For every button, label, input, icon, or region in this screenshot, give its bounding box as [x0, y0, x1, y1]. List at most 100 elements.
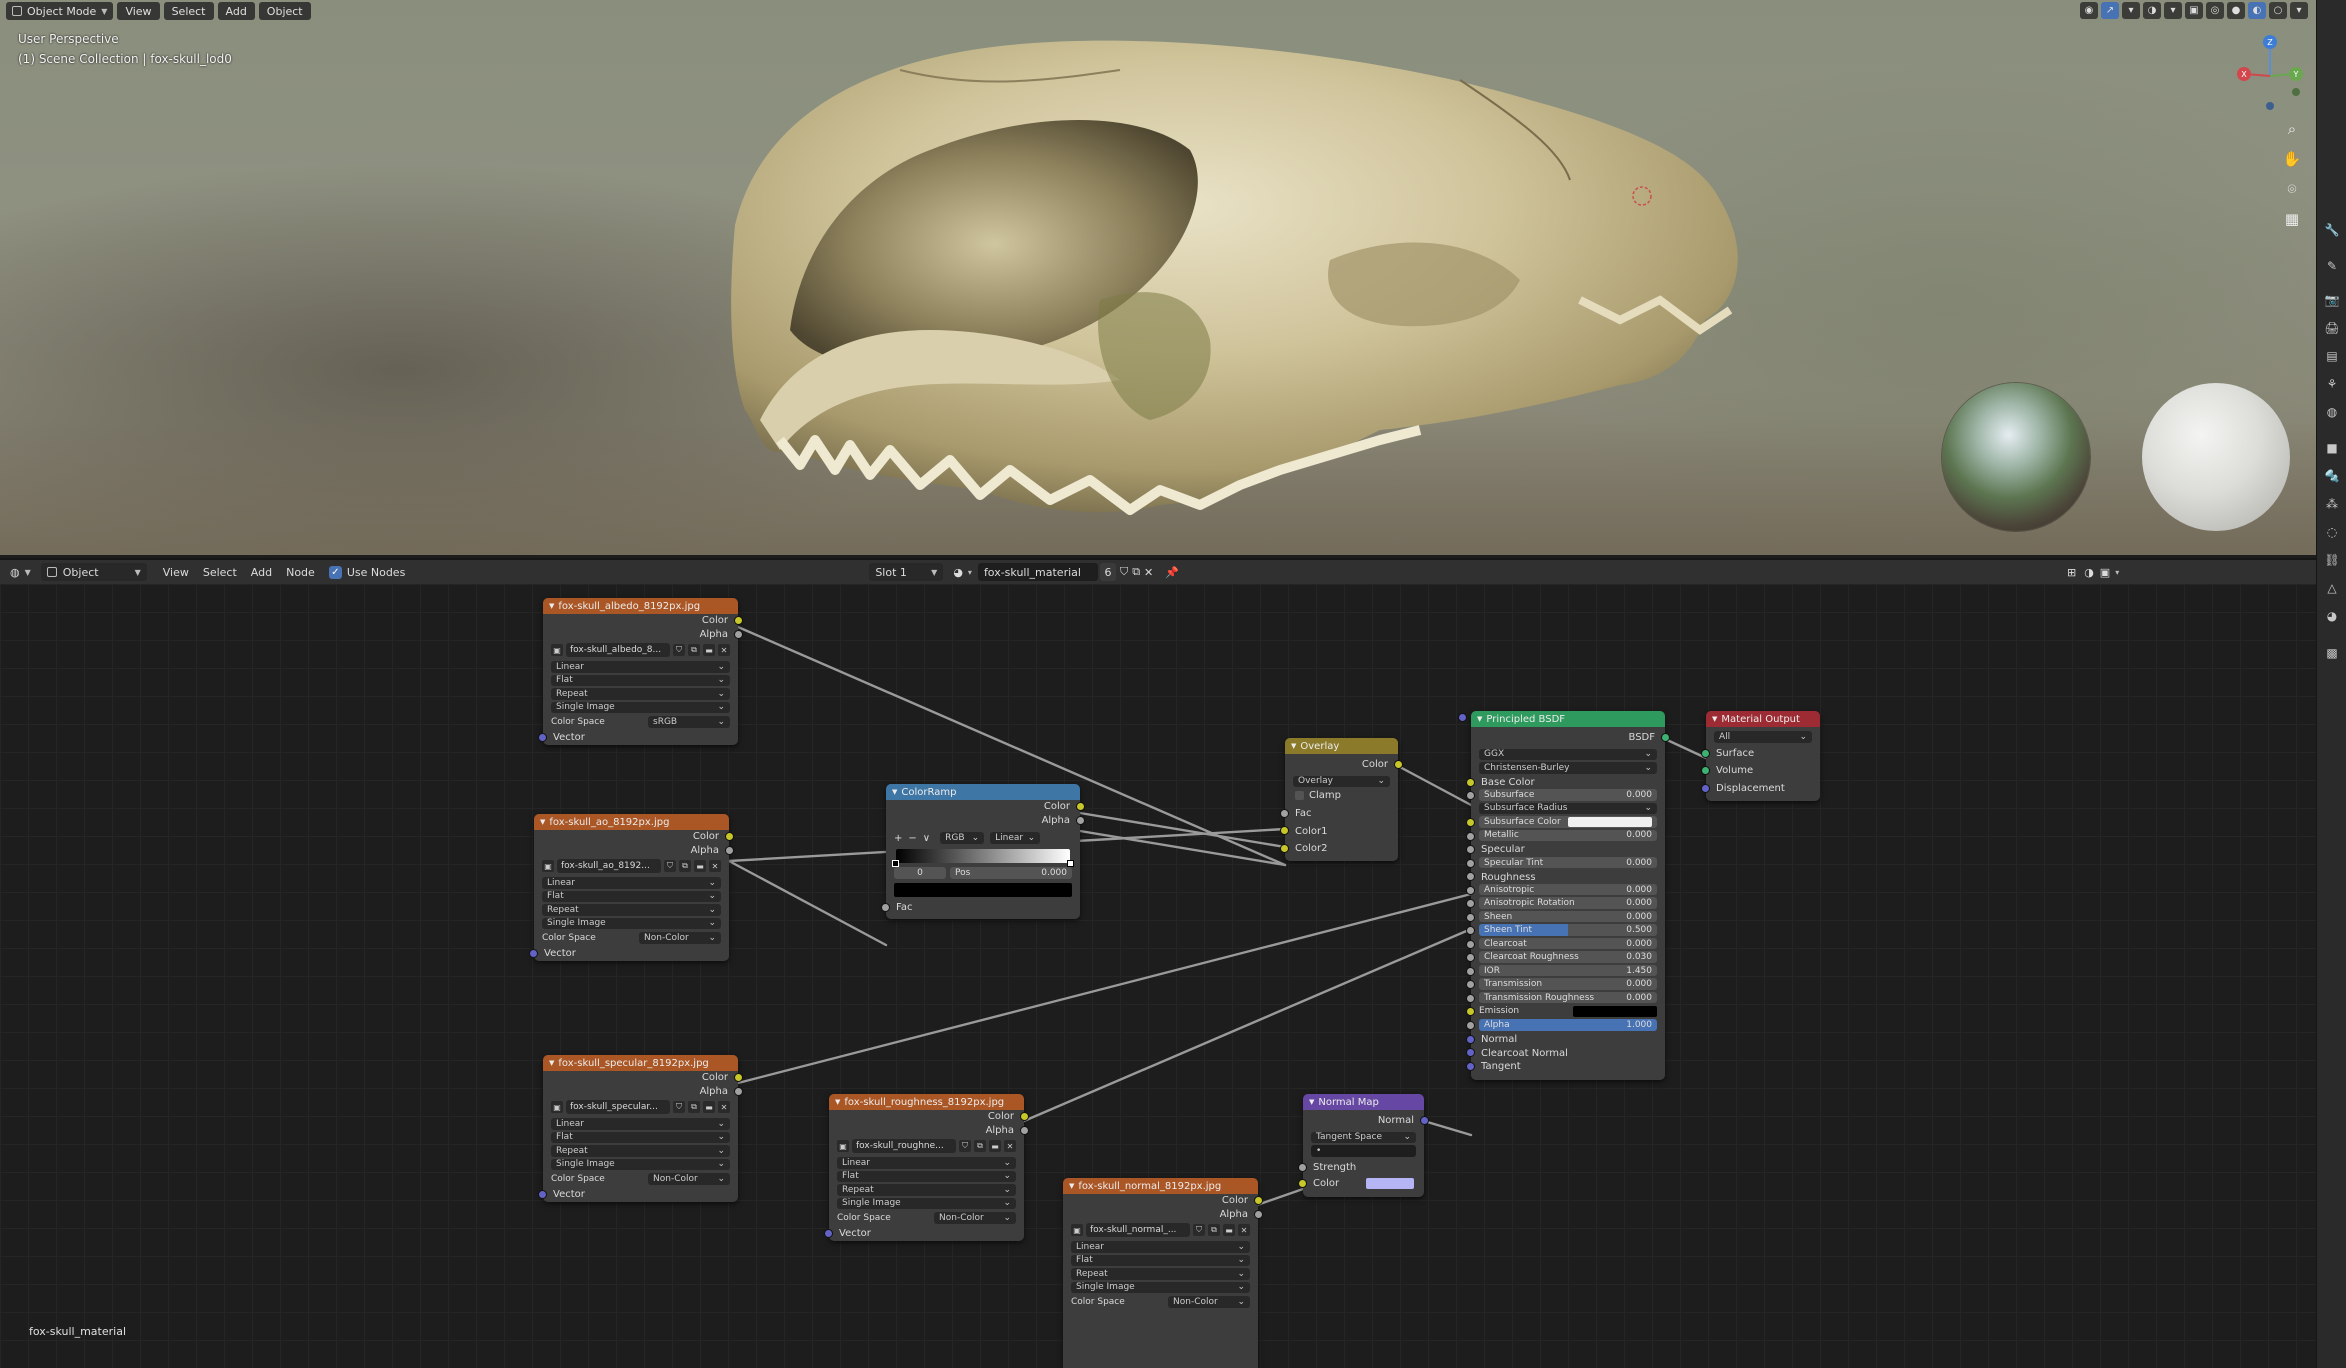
material-browse-icon[interactable]: ◕ ▾ — [953, 566, 972, 579]
image-selector[interactable]: ▣ fox-skull_normal_... ⛉ ⧉ ▬ ✕ — [1071, 1223, 1250, 1238]
colorramp-node[interactable]: ▼ ColorRamp Color Alpha + − ∨ RGB ⌄ Linear… — [881, 784, 1085, 919]
input-roughness[interactable]: Roughness — [1466, 870, 1665, 884]
socket-icon[interactable] — [1701, 766, 1710, 776]
output-alpha[interactable]: Alpha — [534, 844, 734, 858]
space-dropdown[interactable]: Tangent Space ⌄ — [1311, 1131, 1416, 1144]
node-header[interactable]: ▼ fox-skull_albedo_8192px.jpg — [543, 598, 738, 614]
socket-icon[interactable] — [1466, 872, 1475, 882]
blend-mode-dropdown[interactable]: Overlay ⌄ — [1293, 775, 1390, 788]
socket-icon[interactable] — [734, 1073, 743, 1082]
output-color[interactable]: Color — [543, 614, 743, 628]
socket-icon[interactable] — [1394, 760, 1403, 769]
output-icon[interactable]: 🖨 — [2324, 320, 2340, 336]
socket-icon[interactable] — [725, 845, 734, 855]
color-mode-dropdown[interactable]: RGB ⌄ — [940, 832, 985, 845]
color-space-dropdown[interactable]: Non-Color ⌄ — [639, 932, 721, 944]
subsurface-method-dropdown[interactable]: Christensen-Burley ⌄ — [1479, 762, 1657, 774]
source-dropdown[interactable]: Single Image ⌄ — [1071, 1281, 1250, 1294]
socket-icon[interactable] — [881, 903, 890, 913]
chevron-down-icon[interactable]: ▾ — [2122, 2, 2140, 19]
socket-icon[interactable] — [1466, 831, 1475, 841]
material-preview-icon[interactable]: ◐ — [2248, 2, 2266, 19]
menu-node[interactable]: Node — [286, 566, 315, 579]
socket-icon[interactable] — [1466, 818, 1475, 828]
input-emission[interactable]: Emission — [1466, 1005, 1657, 1017]
source-dropdown[interactable]: Single Image ⌄ — [551, 701, 730, 714]
input-subsurface-color[interactable]: Subsurface Color — [1466, 816, 1657, 828]
collapse-triangle-icon[interactable]: ▼ — [549, 602, 554, 610]
material-icon[interactable]: ◕ — [2324, 608, 2340, 624]
slot-selector[interactable]: Slot 1 ▼ — [869, 563, 944, 581]
socket-icon[interactable] — [1466, 966, 1475, 976]
image-selector[interactable]: ▣ fox-skull_ao_8192... ⛉ ⧉ ▬ ✕ — [542, 859, 721, 874]
color-space-dropdown[interactable]: Non-Color ⌄ — [1168, 1296, 1250, 1308]
projection-dropdown[interactable]: Flat ⌄ — [837, 1170, 1016, 1183]
input-sheen-tint[interactable]: Sheen Tint 0.500 — [1466, 924, 1657, 936]
texture-icon[interactable]: ▩ — [2324, 645, 2340, 661]
camera-icon[interactable]: ⌾ — [2279, 176, 2305, 202]
input-ior[interactable]: IOR 1.450 — [1466, 964, 1657, 977]
fake-user-shield-icon[interactable]: ⛉ — [664, 860, 676, 873]
socket-icon[interactable] — [824, 1229, 833, 1239]
clamp-checkbox[interactable]: Clamp — [1285, 789, 1398, 803]
image-texture-node-ao[interactable]: ▼ fox-skull_ao_8192px.jpg Color Alpha ▣ fo… — [529, 814, 734, 961]
node-header[interactable]: ▼ fox-skull_roughness_8192px.jpg — [829, 1094, 1024, 1110]
socket-icon[interactable] — [1466, 993, 1475, 1003]
input-normal[interactable]: Normal — [1466, 1033, 1665, 1047]
modifier-wrench-icon[interactable]: 🔩 — [2324, 468, 2340, 484]
socket-icon[interactable] — [734, 629, 743, 639]
menu-add[interactable]: Add — [251, 566, 272, 579]
socket-icon[interactable] — [1076, 802, 1085, 811]
extension-dropdown[interactable]: Repeat ⌄ — [1071, 1268, 1250, 1280]
color-swatch[interactable] — [1573, 1005, 1657, 1017]
uv-map-field[interactable]: • — [1311, 1145, 1416, 1157]
image-icon[interactable]: ▣ — [837, 1140, 849, 1153]
image-icon[interactable]: ▣ — [551, 644, 563, 657]
collapse-triangle-icon[interactable]: ▼ — [549, 1059, 554, 1067]
ramp-menu-button[interactable]: ∨ — [923, 833, 930, 844]
node-header[interactable]: ▼ Overlay — [1285, 738, 1398, 754]
input-color1[interactable]: Color1 — [1280, 824, 1398, 838]
input-alpha[interactable]: Alpha 1.000 — [1466, 1019, 1657, 1031]
node-header[interactable]: ▼ ColorRamp — [886, 784, 1080, 800]
snap-icon[interactable]: ⊞ — [2067, 566, 2076, 579]
image-texture-node-normal[interactable]: ▼ fox-skull_normal_8192px.jpg Color Alpha… — [1063, 1178, 1263, 1368]
stop-index-field[interactable]: 0 — [894, 867, 946, 879]
perspective-grid-icon[interactable]: ▦ — [2279, 206, 2305, 232]
collapse-triangle-icon[interactable]: ▼ — [1069, 1182, 1074, 1190]
data-icon[interactable]: △ — [2324, 580, 2340, 596]
input-subsurface[interactable]: Subsurface 0.000 — [1466, 789, 1657, 801]
input-anisotropic[interactable]: Anisotropic 0.000 — [1466, 883, 1657, 896]
input-sheen[interactable]: Sheen 0.000 — [1466, 910, 1657, 923]
socket-icon[interactable] — [1661, 733, 1670, 742]
socket-icon[interactable] — [1466, 1021, 1475, 1031]
extension-dropdown[interactable]: Repeat ⌄ — [551, 1145, 730, 1157]
folder-icon[interactable]: ▬ — [989, 1140, 1001, 1153]
stop-color-swatch[interactable] — [894, 883, 1072, 898]
input-anisotropic-rotation[interactable]: Anisotropic Rotation 0.000 — [1466, 897, 1657, 909]
fake-user-shield-icon[interactable]: ⛉ — [1120, 565, 1128, 579]
node-header[interactable]: ▼ Normal Map — [1303, 1094, 1424, 1110]
color-space-dropdown[interactable]: sRGB ⌄ — [648, 716, 730, 728]
normal-map-node[interactable]: ▼ Normal Map Normal Tangent Space ⌄ • Stre… — [1298, 1094, 1429, 1197]
node-header[interactable]: ▼ Principled BSDF — [1471, 711, 1665, 727]
output-normal[interactable]: Normal — [1303, 1114, 1429, 1128]
projection-dropdown[interactable]: Flat ⌄ — [1071, 1254, 1250, 1267]
solid-shading-icon[interactable]: ● — [2227, 2, 2245, 19]
socket-icon[interactable] — [1466, 845, 1475, 855]
output-bsdf[interactable]: BSDF — [1471, 731, 1670, 745]
output-color[interactable]: Color — [534, 830, 734, 844]
close-icon[interactable]: ✕ — [709, 860, 721, 873]
collapse-triangle-icon[interactable]: ▼ — [892, 788, 897, 796]
chevron-down-icon[interactable]: ▾ — [2164, 2, 2182, 19]
socket-icon[interactable] — [1420, 1116, 1429, 1125]
add-stop-button[interactable]: + — [894, 833, 902, 844]
image-texture-node-albedo[interactable]: ▼ fox-skull_albedo_8192px.jpg Color Alpha… — [538, 598, 743, 745]
xray-icon[interactable]: ▣ — [2185, 2, 2203, 19]
chevron-down-icon[interactable]: ▾ — [2290, 2, 2308, 19]
input-color[interactable]: Color — [1298, 1177, 1424, 1191]
output-color[interactable]: Color — [829, 1110, 1029, 1124]
socket-icon[interactable] — [734, 1086, 743, 1096]
duplicate-icon[interactable]: ⧉ — [679, 860, 691, 873]
input-transmission-roughness[interactable]: Transmission Roughness 0.000 — [1466, 991, 1657, 1004]
